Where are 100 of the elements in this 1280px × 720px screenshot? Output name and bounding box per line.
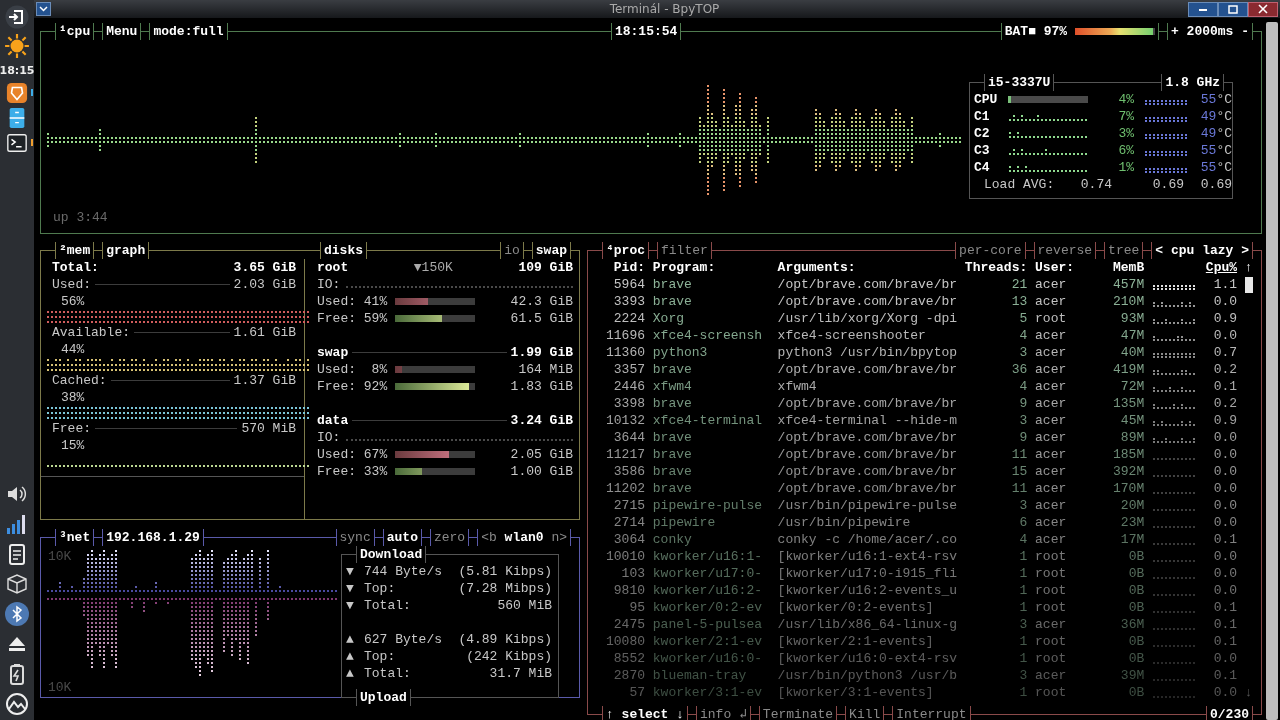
option-toggle[interactable]: sync — [335, 529, 375, 546]
action-button[interactable]: Interrupt — [892, 706, 971, 720]
table-cell-text: brave — [652, 293, 693, 310]
mode-button[interactable]: mode:full — [149, 23, 228, 40]
column-header[interactable]: User: — [1035, 259, 1075, 276]
traffic-label: 744 Byte/s — [364, 563, 443, 580]
option-toggle[interactable]: auto — [382, 529, 422, 546]
table-cell-text: 3 — [1018, 667, 1028, 684]
table-cell-text: 0.0 — [1212, 582, 1238, 599]
table-cell-text: 0.0 — [1212, 497, 1238, 514]
table-cell-text: panel-5-pulsea — [652, 616, 763, 633]
disk-value: 61.5 GiB — [509, 310, 573, 327]
cpu-mini-graph — [1153, 695, 1196, 698]
maximize-icon[interactable] — [1227, 4, 1239, 14]
core-label: C3 — [974, 142, 991, 159]
table-cell-text: 4 — [1018, 327, 1028, 344]
core-label: CPU — [974, 91, 999, 108]
disk-name: swap — [317, 344, 349, 361]
process-count[interactable]: 0/230 — [1206, 706, 1253, 720]
table-cell: 11360 — [606, 344, 645, 361]
chevron-icon[interactable] — [39, 6, 48, 12]
next-sort-button[interactable]: > — [1241, 242, 1249, 259]
maximize-button[interactable] — [1218, 1, 1248, 17]
option-toggle[interactable]: swap — [531, 242, 571, 259]
column-header[interactable]: Arguments: — [777, 259, 958, 276]
option-toggle[interactable]: tree — [1104, 242, 1144, 259]
core-label: C4 — [974, 159, 991, 176]
action-button[interactable]: Terminate — [758, 706, 838, 720]
action-button[interactable]: info ↲ — [696, 706, 751, 720]
package-icon[interactable] — [5, 572, 29, 596]
bluetooth-icon[interactable] — [5, 602, 29, 626]
core-label: C2 — [974, 125, 991, 142]
traffic-label: Top: — [364, 648, 397, 665]
table-cell-text: conky — [652, 531, 693, 548]
option-toggle[interactable]: io — [500, 242, 524, 259]
column-header[interactable]: Threads: — [964, 259, 1028, 276]
table-cell-text: 2446 — [612, 378, 645, 395]
temperature-graph — [1145, 116, 1187, 122]
action-button[interactable]: ↑ select ↓ — [602, 706, 688, 720]
window-menu-button[interactable] — [36, 2, 51, 16]
scrollbar-thumb[interactable] — [1244, 276, 1253, 293]
logout-icon[interactable] — [5, 5, 29, 29]
table-cell-text: xfce4-terminal — [652, 412, 763, 429]
ip-address[interactable]: 192.168.1.29 — [102, 529, 204, 546]
minimize-button[interactable] — [1188, 1, 1218, 17]
close-button[interactable] — [1248, 1, 1278, 17]
column-header[interactable]: MemB — [1081, 259, 1145, 276]
terminal-icon[interactable] — [6, 131, 28, 154]
panel-title[interactable]: ¹cpu — [55, 23, 95, 40]
panel-title[interactable]: ⁴proc — [602, 242, 649, 259]
cpu-mini-graph — [1153, 437, 1196, 443]
table-cell-text: root — [1035, 633, 1068, 650]
option-toggle[interactable]: reverse — [1033, 242, 1097, 259]
table-cell-text: acer — [1035, 497, 1068, 514]
table-cell-text: 0.1 — [1212, 633, 1238, 650]
disk-label: Used: — [317, 361, 356, 378]
filter-button[interactable]: filter — [657, 242, 712, 259]
interval-control[interactable]: + 2000ms - — [1167, 23, 1253, 40]
scrollbar[interactable] — [1266, 22, 1278, 720]
memory-value: 570 MiB — [241, 420, 296, 437]
table-cell-text: 0B — [1127, 599, 1145, 616]
traffic-label: Total: — [364, 597, 412, 614]
table-cell: [kworker/u16:1-ext4-rsv — [777, 548, 958, 565]
disk-percent: 33% — [362, 463, 388, 480]
table-cell-text: brave — [652, 361, 693, 378]
shield-app-icon[interactable] — [6, 81, 28, 104]
table-cell-text: 170M — [1112, 480, 1145, 497]
io-label: IO: — [317, 429, 341, 446]
cpu-model[interactable]: i5-3337U — [984, 74, 1055, 91]
action-button[interactable]: Kill — [845, 706, 885, 720]
column-header[interactable]: Program: — [652, 259, 770, 276]
disk-label: Used: — [317, 293, 356, 310]
mountain-logo-icon[interactable] — [5, 692, 29, 716]
temperature-graph — [1145, 150, 1187, 156]
column-header[interactable]: Cpu% — [1205, 259, 1238, 276]
option-toggle[interactable]: per-core — [955, 242, 1026, 259]
table-cell-text: 0.1 — [1212, 378, 1238, 395]
disk-name: root — [317, 259, 349, 276]
section-title[interactable]: Download — [356, 546, 427, 563]
clock-text[interactable]: 18:15:54 — [610, 23, 682, 40]
disk-size: 109 GiB — [518, 259, 573, 276]
interface-selector[interactable]: <b wlan0 n> — [477, 529, 571, 546]
panel-title[interactable]: ³net — [55, 529, 95, 546]
table-cell-text: 0B — [1127, 650, 1145, 667]
menu-button[interactable]: Menu — [102, 23, 142, 40]
table-cell-text: 9 — [1018, 429, 1028, 446]
sun-icon[interactable] — [4, 33, 30, 59]
panel-title[interactable]: ²mem — [55, 242, 95, 259]
scroll-up-arrow[interactable]: ↑ — [1244, 259, 1253, 276]
panel-title[interactable]: disks — [320, 242, 367, 259]
graph-toggle[interactable]: graph — [102, 242, 150, 259]
table-cell-text: acer — [1035, 412, 1068, 429]
previous-sort-button[interactable]: < — [1155, 242, 1164, 259]
section-title[interactable]: Upload — [356, 689, 411, 706]
table-cell-text: 0B — [1127, 633, 1145, 650]
option-toggle[interactable]: zero — [429, 529, 470, 546]
cpu-frequency[interactable]: 1.8 GHz — [1161, 74, 1224, 91]
close-icon[interactable] — [1257, 4, 1269, 14]
column-header[interactable]: Pid: — [606, 259, 645, 276]
disk-percent: 59% — [362, 310, 388, 327]
